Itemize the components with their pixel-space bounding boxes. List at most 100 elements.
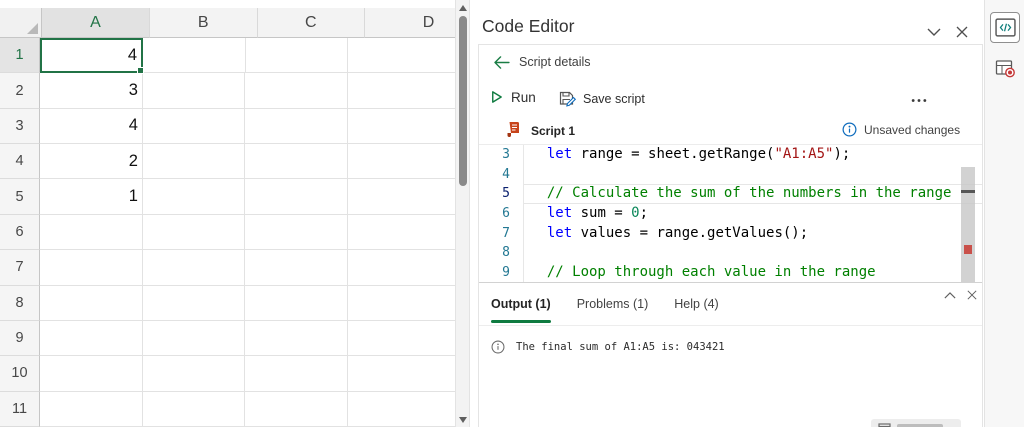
cell-B4[interactable] bbox=[143, 144, 246, 179]
code-line-7[interactable]: 7 let values = range.getValues(); bbox=[479, 224, 982, 244]
cell-D11[interactable] bbox=[348, 392, 470, 427]
tab-output[interactable]: Output (1) bbox=[491, 297, 551, 315]
row-header-6[interactable]: 6 bbox=[0, 215, 40, 250]
cell-C9[interactable] bbox=[245, 321, 348, 356]
code-line-5[interactable]: 5 // Calculate the sum of the numbers in… bbox=[479, 184, 982, 204]
cell-D4[interactable] bbox=[348, 144, 470, 179]
cell-C8[interactable] bbox=[245, 286, 348, 321]
code-token bbox=[530, 225, 547, 241]
cell-D9[interactable] bbox=[348, 321, 470, 356]
cell-D10[interactable] bbox=[348, 356, 470, 391]
cell-C7[interactable] bbox=[245, 250, 348, 285]
scrollbar-thumb[interactable] bbox=[459, 16, 467, 186]
code-line-8[interactable]: 8 bbox=[479, 243, 982, 263]
cell-C5[interactable] bbox=[245, 179, 348, 214]
cell-B5[interactable] bbox=[143, 179, 246, 214]
output-close-button[interactable] bbox=[965, 289, 979, 301]
cell-C10[interactable] bbox=[245, 356, 348, 391]
panel-collapse-button[interactable] bbox=[925, 24, 943, 40]
cell-A7[interactable] bbox=[40, 250, 143, 285]
cell-A8[interactable] bbox=[40, 286, 143, 321]
monaco-code-editor[interactable]: 3 let range = sheet.getRange("A1:A5");45… bbox=[479, 145, 982, 283]
code-token: let bbox=[547, 225, 572, 241]
cell-C6[interactable] bbox=[245, 215, 348, 250]
cell-A1[interactable]: 4 bbox=[40, 38, 143, 73]
partially-visible-button[interactable] bbox=[871, 419, 961, 427]
row-header-1[interactable]: 1 bbox=[0, 38, 40, 73]
select-all-corner[interactable] bbox=[0, 8, 42, 38]
cell-A10[interactable] bbox=[40, 356, 143, 391]
cell-B11[interactable] bbox=[143, 392, 246, 427]
line-number-5: 5 bbox=[479, 184, 524, 204]
code-line-6[interactable]: 6 let sum = 0; bbox=[479, 204, 982, 224]
cell-B2[interactable] bbox=[143, 73, 246, 108]
row-header-11[interactable]: 11 bbox=[0, 392, 40, 427]
output-message: The final sum of A1:A5 is: 043421 bbox=[516, 341, 725, 353]
code-editor-tab-button[interactable] bbox=[990, 12, 1020, 43]
run-button[interactable]: Run bbox=[489, 89, 536, 105]
cell-D1[interactable] bbox=[348, 38, 470, 73]
save-script-button[interactable]: Save script bbox=[558, 90, 645, 107]
sheet-vertical-scrollbar[interactable] bbox=[455, 0, 470, 427]
back-to-script-details[interactable]: Script details bbox=[493, 55, 591, 69]
code-line-content: let range = sheet.getRange("A1:A5"); bbox=[524, 145, 982, 165]
cell-D2[interactable] bbox=[348, 73, 470, 108]
row-header-3[interactable]: 3 bbox=[0, 109, 40, 144]
cell-D6[interactable] bbox=[348, 215, 470, 250]
row-header-8[interactable]: 8 bbox=[0, 286, 40, 321]
tab-problems[interactable]: Problems (1) bbox=[577, 297, 649, 315]
cell-C4[interactable] bbox=[245, 144, 348, 179]
scroll-up-icon[interactable] bbox=[459, 5, 467, 11]
output-collapse-button[interactable] bbox=[943, 289, 957, 301]
more-options-button[interactable] bbox=[906, 91, 932, 109]
cell-B1[interactable] bbox=[143, 38, 245, 73]
cell-B9[interactable] bbox=[143, 321, 246, 356]
row-header-9[interactable]: 9 bbox=[0, 321, 40, 356]
cell-B3[interactable] bbox=[143, 109, 246, 144]
cell-A6[interactable] bbox=[40, 215, 143, 250]
cell-A5[interactable]: 1 bbox=[40, 179, 143, 214]
tab-help[interactable]: Help (4) bbox=[674, 297, 718, 315]
cell-C3[interactable] bbox=[245, 109, 348, 144]
row-header-10[interactable]: 10 bbox=[0, 356, 40, 391]
cell-D5[interactable] bbox=[348, 179, 470, 214]
cell-D8[interactable] bbox=[348, 286, 470, 321]
column-header-B[interactable]: B bbox=[150, 8, 258, 38]
script-name: Script 1 bbox=[531, 124, 575, 138]
column-header-A[interactable]: A bbox=[42, 8, 150, 38]
code-line-9[interactable]: 9 // Loop through each value in the rang… bbox=[479, 263, 982, 283]
cell-A9[interactable] bbox=[40, 321, 143, 356]
cell-A3[interactable]: 4 bbox=[40, 109, 143, 144]
row-header-4[interactable]: 4 bbox=[0, 144, 40, 179]
cell-A2[interactable]: 3 bbox=[40, 73, 143, 108]
row-header-2[interactable]: 2 bbox=[0, 73, 40, 108]
cell-B10[interactable] bbox=[143, 356, 246, 391]
record-actions-button[interactable] bbox=[990, 53, 1020, 84]
code-line-content: // Loop through each value in the range bbox=[524, 263, 982, 283]
code-line-3[interactable]: 3 let range = sheet.getRange("A1:A5"); bbox=[479, 145, 982, 165]
code-line-4[interactable]: 4 bbox=[479, 165, 982, 185]
row-header-5[interactable]: 5 bbox=[0, 179, 40, 214]
column-headers: ABCD bbox=[42, 8, 493, 38]
cell-D7[interactable] bbox=[348, 250, 470, 285]
column-header-C[interactable]: C bbox=[258, 8, 366, 38]
cell-A4[interactable]: 2 bbox=[40, 144, 143, 179]
cell-C2[interactable] bbox=[245, 73, 348, 108]
editor-scrollbar-thumb[interactable] bbox=[961, 167, 975, 283]
script-icon bbox=[506, 121, 520, 143]
cell-A11[interactable] bbox=[40, 392, 143, 427]
scroll-down-icon[interactable] bbox=[459, 417, 467, 423]
cell-B6[interactable] bbox=[143, 215, 246, 250]
cell-C11[interactable] bbox=[245, 392, 348, 427]
line-number-3: 3 bbox=[479, 145, 524, 165]
cell-B8[interactable] bbox=[143, 286, 246, 321]
sheet-row-6: 6 bbox=[0, 215, 470, 250]
cell-D3[interactable] bbox=[348, 109, 470, 144]
panel-close-button[interactable] bbox=[953, 24, 971, 40]
status-label: Unsaved changes bbox=[864, 123, 960, 137]
row-header-7[interactable]: 7 bbox=[0, 250, 40, 285]
fill-handle[interactable] bbox=[137, 67, 144, 74]
code-token: let bbox=[547, 205, 572, 221]
cell-B7[interactable] bbox=[143, 250, 246, 285]
cell-C1[interactable] bbox=[246, 38, 348, 73]
